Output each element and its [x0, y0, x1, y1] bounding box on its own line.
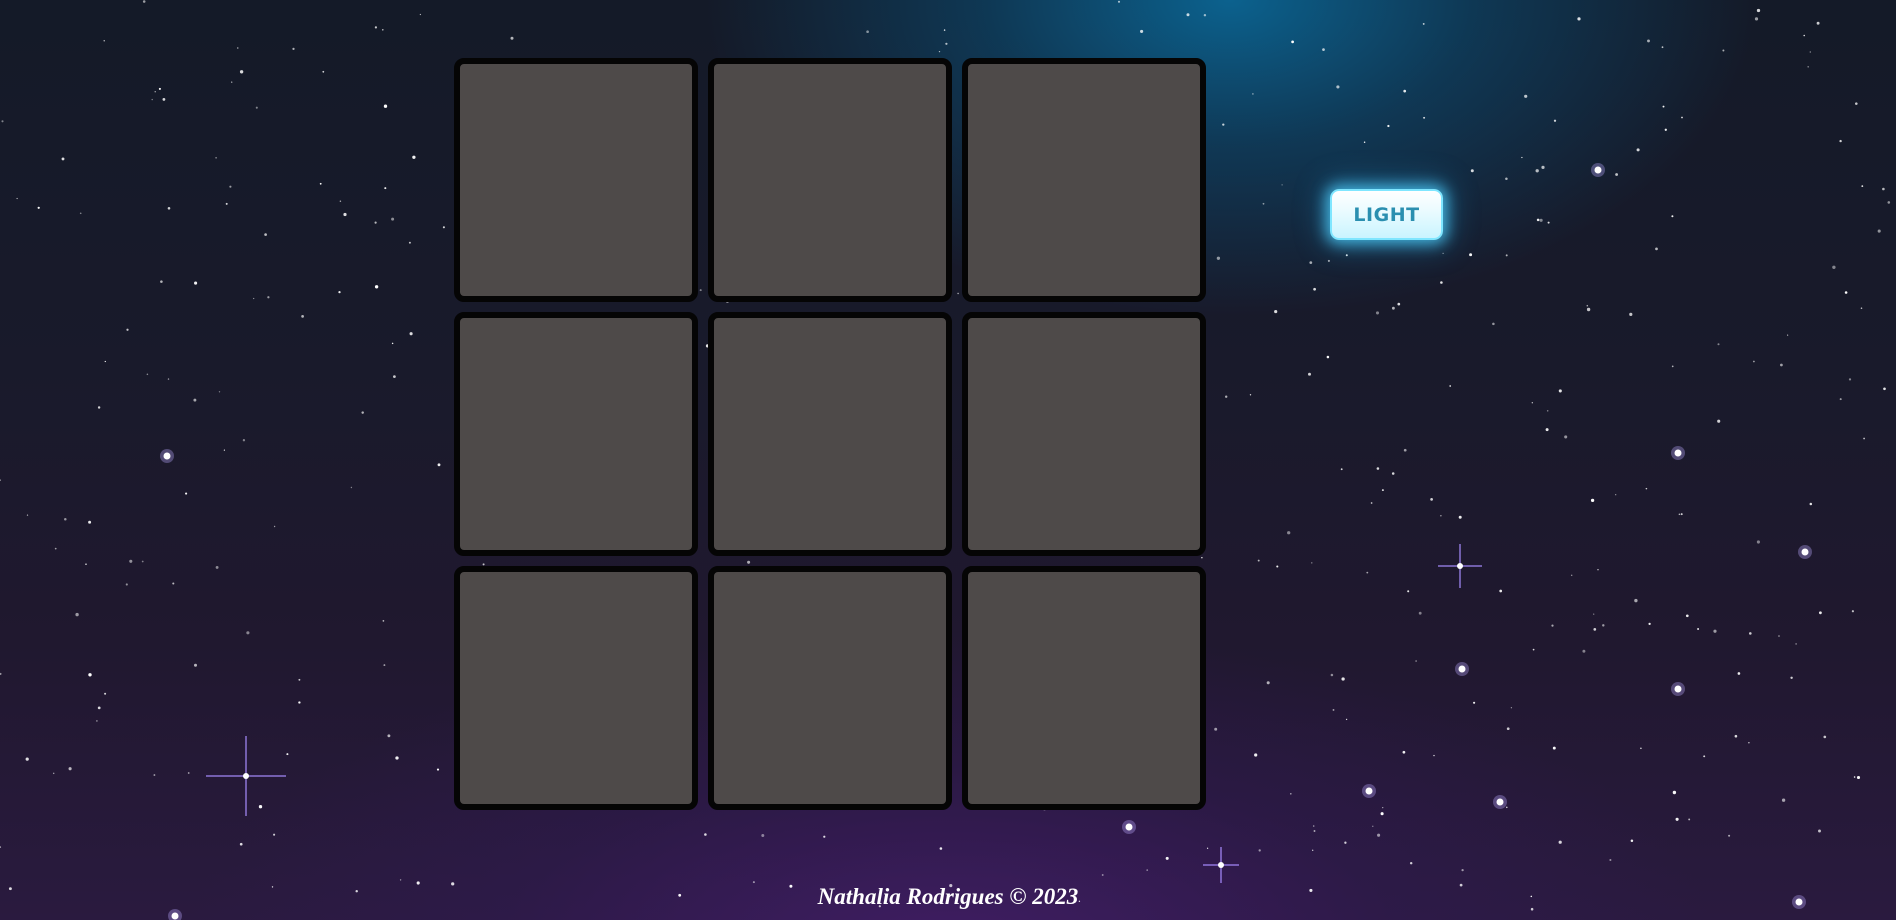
footer-credit: Nathalia Rodrigues © 2023 [817, 884, 1079, 909]
board-cell-3[interactable] [962, 58, 1206, 302]
board-cell-8[interactable] [708, 566, 952, 810]
game-board [454, 58, 1206, 810]
board-cell-7[interactable] [454, 566, 698, 810]
board-cell-1[interactable] [454, 58, 698, 302]
board-cell-9[interactable] [962, 566, 1206, 810]
board-cell-6[interactable] [962, 312, 1206, 556]
theme-toggle-button[interactable]: LIGHT [1330, 189, 1443, 240]
board-cell-4[interactable] [454, 312, 698, 556]
board-cell-2[interactable] [708, 58, 952, 302]
board-cell-5[interactable] [708, 312, 952, 556]
